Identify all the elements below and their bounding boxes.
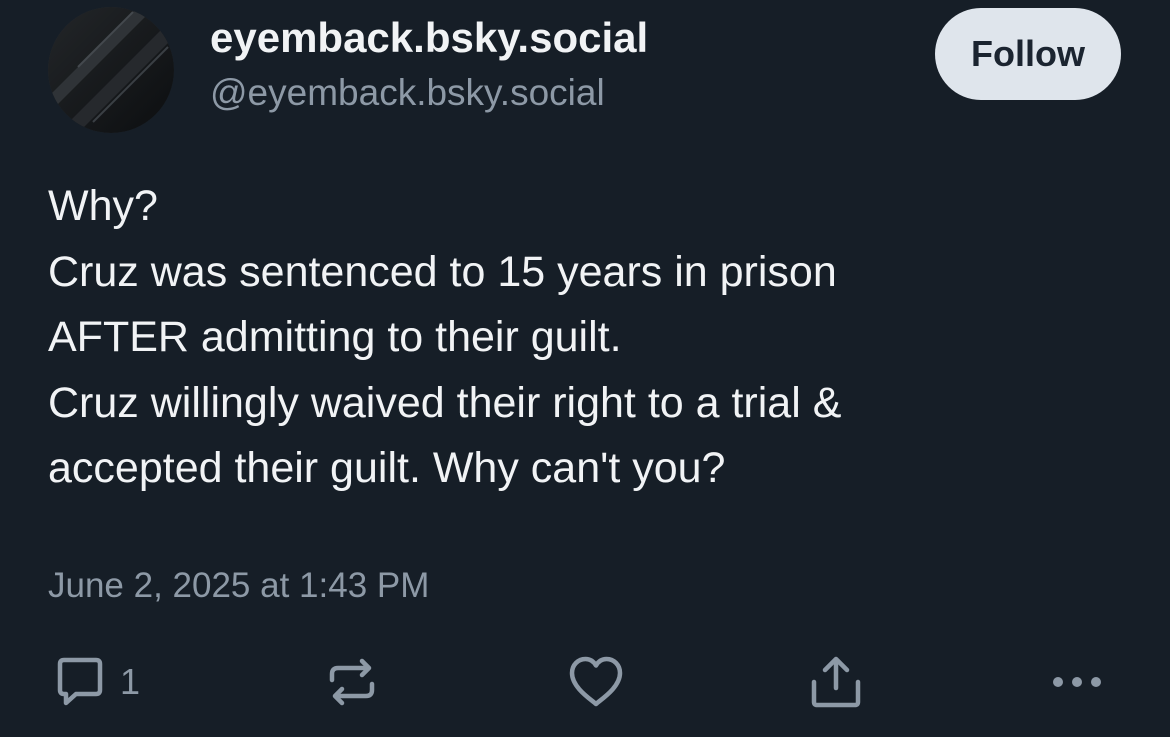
share-button[interactable] (808, 652, 864, 712)
post-card: eyemback.bsky.social @eyemback.bsky.soci… (0, 0, 1170, 737)
reply-button[interactable]: 1 (52, 652, 140, 712)
post-text: Why? Cruz was sentenced to 15 years in p… (48, 174, 1128, 502)
follow-button[interactable]: Follow (935, 8, 1121, 100)
post-text-line: Cruz was sentenced to 15 years in prison (48, 247, 837, 296)
share-icon (811, 656, 861, 708)
post-timestamp[interactable]: June 2, 2025 at 1:43 PM (48, 562, 429, 610)
like-button[interactable] (566, 652, 626, 712)
more-button[interactable] (1050, 652, 1106, 712)
post-text-line: Why? (48, 182, 158, 230)
repost-button[interactable] (322, 652, 382, 712)
post-text-line: accepted their guilt. Why can't you? (48, 444, 726, 492)
reply-count: 1 (120, 661, 141, 702)
more-icon (1053, 677, 1101, 687)
heart-icon (569, 656, 623, 707)
post-text-line: Cruz willingly waived their right to a t… (48, 378, 842, 427)
avatar-image (48, 7, 174, 133)
reply-icon (57, 657, 103, 706)
avatar[interactable] (48, 7, 174, 133)
author-display-name[interactable]: eyemback.bsky.social (210, 12, 648, 64)
post-text-line: AFTER admitting to their guilt. (48, 313, 622, 361)
author-handle[interactable]: @eyemback.bsky.social (210, 70, 605, 116)
repost-icon (329, 658, 375, 706)
